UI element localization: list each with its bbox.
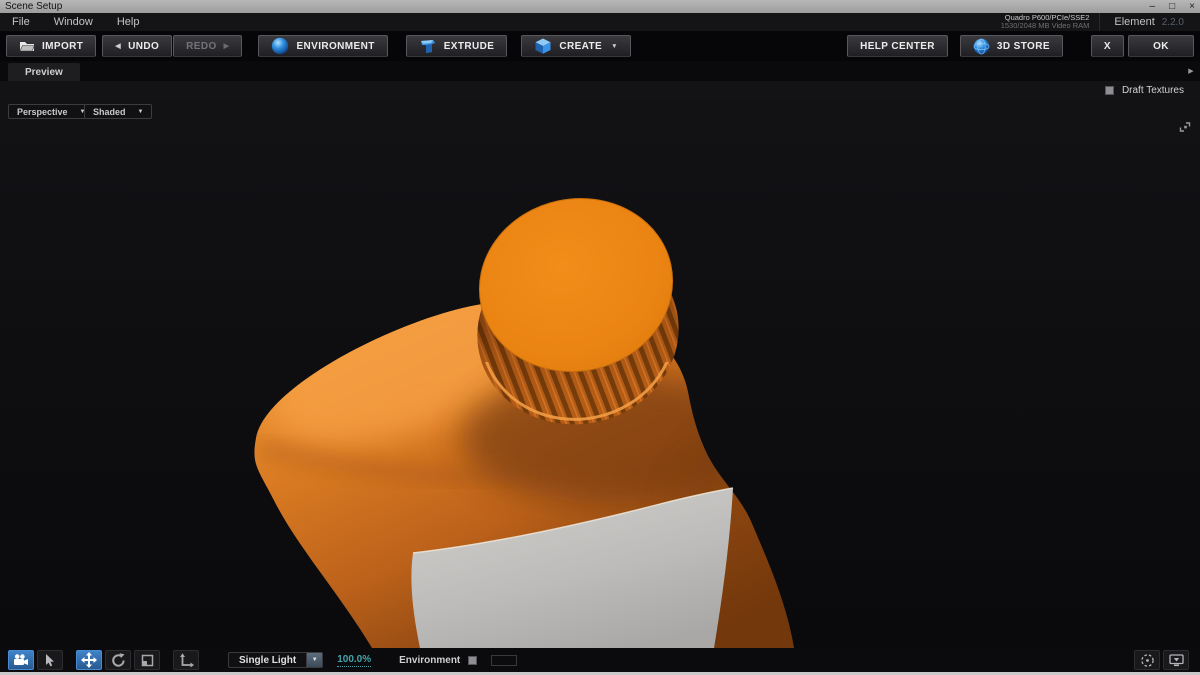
brand-version: 2.2.0 <box>1161 16 1184 28</box>
window-controls: – □ × <box>1150 0 1195 13</box>
redo-label: REDO <box>186 40 217 52</box>
import-button[interactable]: IMPORT <box>6 35 97 57</box>
gpu-info: Quadro P600/PCIe/SSE2 1530/2048 MB Video… <box>1000 13 1100 31</box>
restore-icon[interactable]: □ <box>1169 0 1175 13</box>
light-caret-icon: ▼ <box>311 657 318 663</box>
move-tool-button[interactable] <box>76 650 102 670</box>
environment-toggle-label: Environment <box>399 654 461 666</box>
import-label: IMPORT <box>42 40 84 52</box>
create-button[interactable]: CREATE ▼ <box>521 35 631 57</box>
tab-preview-label: Preview <box>25 66 63 78</box>
store-label: 3D STORE <box>996 40 1050 52</box>
draft-textures-checkbox[interactable] <box>1104 86 1114 95</box>
menu-bar: File Window Help Quadro P600/PCIe/SSE2 1… <box>0 13 1200 31</box>
focus-view-button[interactable] <box>1134 650 1160 670</box>
panel-expand-button[interactable]: ▶ <box>1184 64 1198 78</box>
bottle-model[interactable] <box>0 100 1200 648</box>
brand: Element 2.2.0 <box>1099 13 1200 31</box>
bottom-right-group <box>1134 650 1192 670</box>
axis-tool-button[interactable] <box>173 650 199 670</box>
menu-file[interactable]: File <box>0 13 42 31</box>
scale-tool-button[interactable] <box>134 650 160 670</box>
environment-checkbox[interactable] <box>468 655 478 665</box>
rotate-icon <box>111 652 125 667</box>
tab-row: Preview ▶ <box>0 61 1200 81</box>
create-label: CREATE <box>559 40 603 52</box>
scale-icon <box>141 654 153 666</box>
sphere-icon <box>272 37 289 55</box>
brand-name: Element <box>1114 16 1155 28</box>
render-mode-dropdown[interactable]: Shaded ▼ <box>84 104 153 119</box>
undo-button[interactable]: ◀ UNDO <box>102 35 173 57</box>
cube-icon <box>535 38 551 54</box>
axis-icon <box>179 652 194 667</box>
ok-label: OK <box>1153 40 1169 52</box>
light-mode-caret-button[interactable]: ▼ <box>307 652 324 668</box>
extrude-label: EXTRUDE <box>443 40 495 52</box>
tab-preview[interactable]: Preview <box>8 63 80 81</box>
globe-icon <box>973 38 990 54</box>
viewport-canvas[interactable]: Perspective ▼ Shaded ▼ <box>0 100 1200 648</box>
monitor-icon <box>1168 653 1184 666</box>
panel-arrow-icon: ▶ <box>1188 68 1194 75</box>
extrude-button[interactable]: EXTRUDE <box>405 35 508 57</box>
rotate-tool-button[interactable] <box>105 650 131 670</box>
camera-icon <box>14 654 28 665</box>
select-tool-button[interactable] <box>37 650 63 670</box>
help-center-button[interactable]: HELP CENTER <box>847 35 948 57</box>
background-swatch[interactable] <box>491 654 518 666</box>
redo-button[interactable]: REDO ▶ <box>173 35 243 57</box>
camera-mode-dropdown[interactable]: Perspective ▼ <box>8 104 95 119</box>
help-center-label: HELP CENTER <box>860 40 935 52</box>
title-bar[interactable]: Scene Setup – □ × <box>0 0 1200 13</box>
cancel-label: X <box>1103 40 1111 52</box>
gpu-vram: 1530/2048 MB Video RAM <box>1000 21 1090 30</box>
undo-label: UNDO <box>128 40 160 52</box>
camera-tool-button[interactable] <box>8 650 34 670</box>
light-mode-value: Single Light <box>239 654 297 666</box>
minimize-icon[interactable]: – <box>1150 0 1156 13</box>
store-button[interactable]: 3D STORE <box>959 35 1063 57</box>
render-mode-value: Shaded <box>93 106 126 117</box>
close-icon[interactable]: × <box>1189 0 1195 13</box>
create-caret-icon: ▼ <box>611 42 618 50</box>
camera-mode-value: Perspective <box>17 106 68 117</box>
menu-help[interactable]: Help <box>105 13 152 31</box>
menu-window[interactable]: Window <box>42 13 105 31</box>
viewport-options-row: Draft Textures <box>0 81 1200 100</box>
screenshot-button[interactable] <box>1163 650 1189 670</box>
folder-icon <box>19 42 35 52</box>
cancel-button[interactable]: X <box>1090 35 1124 57</box>
focus-icon <box>1140 653 1154 667</box>
render-caret-icon: ▼ <box>137 108 144 115</box>
ok-button[interactable]: OK <box>1128 35 1194 57</box>
light-mode-dropdown[interactable]: Single Light <box>228 652 308 668</box>
environment-label: ENVIRONMENT <box>296 40 375 52</box>
window-title: Scene Setup <box>5 1 63 12</box>
move-icon <box>81 652 97 668</box>
cursor-icon <box>46 653 54 666</box>
viewport-resize-icon[interactable] <box>1178 120 1192 134</box>
undo-arrow-icon: ◀ <box>115 43 122 50</box>
draft-textures-label: Draft Textures <box>1121 85 1184 96</box>
zoom-scrubber[interactable]: 100.0% <box>337 654 372 667</box>
main-toolbar: IMPORT ◀ UNDO REDO ▶ ENVIRONMENT EXTRUDE <box>0 31 1200 61</box>
redo-arrow-icon: ▶ <box>223 43 230 50</box>
extrude-icon <box>420 39 435 53</box>
toolbar-right-group: HELP CENTER 3D STORE X OK <box>847 35 1194 57</box>
environment-button[interactable]: ENVIRONMENT <box>258 35 388 57</box>
bottom-toolbar: Single Light ▼ 100.0% Environment <box>0 648 1200 672</box>
